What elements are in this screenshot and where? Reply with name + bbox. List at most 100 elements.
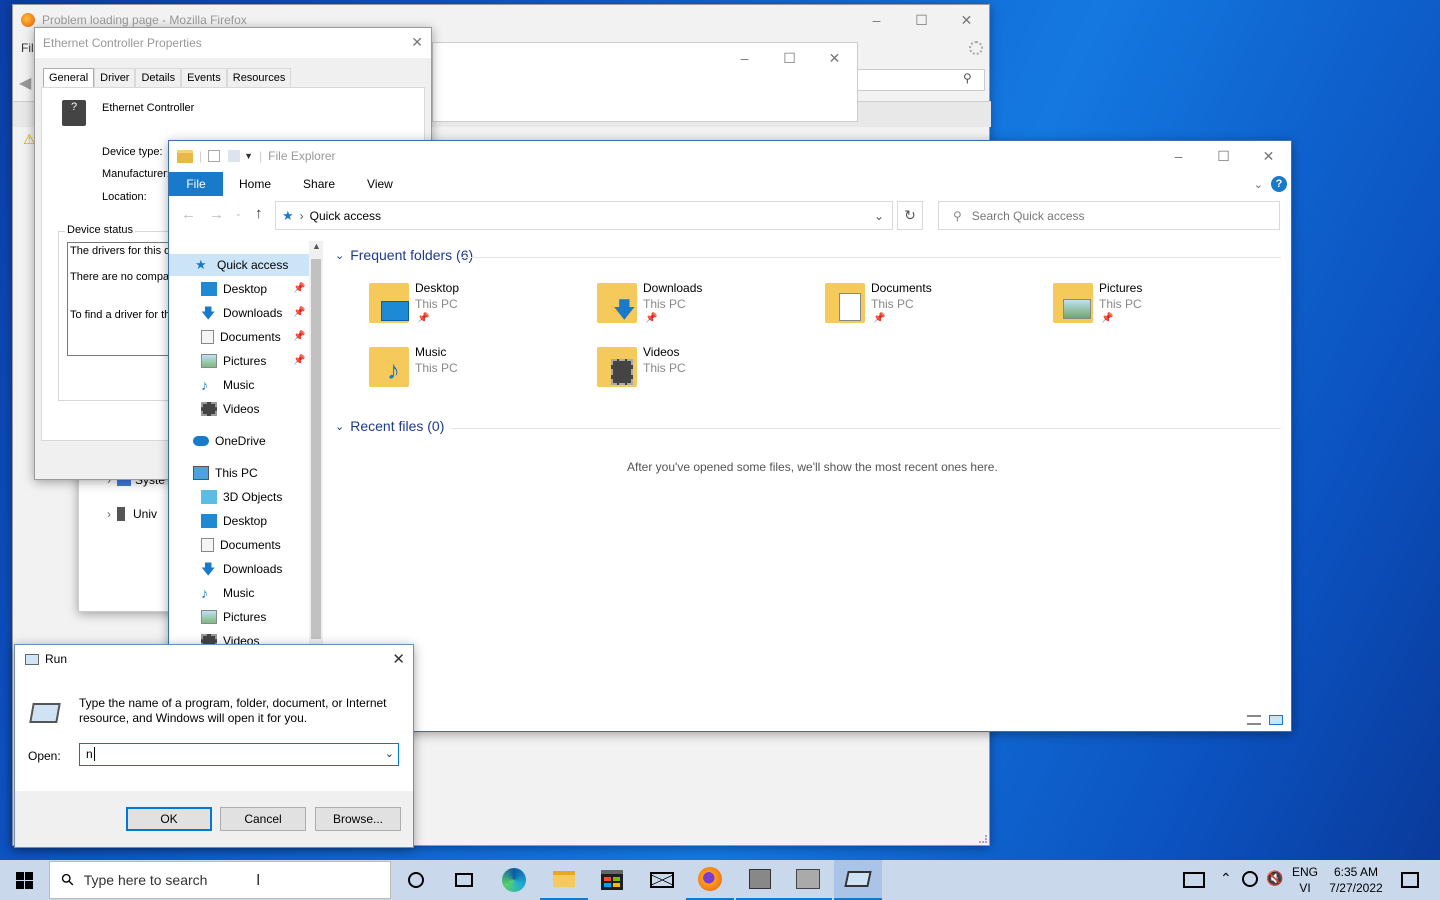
tab-file[interactable]: File	[169, 172, 223, 196]
nav-music[interactable]: ♪ Music	[201, 374, 254, 396]
properties-titlebar[interactable]: Ethernet Controller Properties ✕	[35, 28, 431, 58]
printer-taskbar-button[interactable]	[784, 860, 832, 900]
open-combobox[interactable]: n ⌄	[79, 743, 399, 766]
background-dialog[interactable]: – ☐ ✕	[432, 42, 858, 122]
close-button[interactable]: ✕	[1246, 141, 1291, 171]
frequent-folders-header[interactable]: ⌄ Frequent folders (6)	[335, 247, 473, 263]
folder-tile-pictures[interactable]: Pictures This PC 📌	[1053, 281, 1273, 337]
run-dialog[interactable]: Run ✕ Type the name of a program, folder…	[14, 644, 414, 848]
recent-locations-icon[interactable]: ⌄	[235, 209, 242, 218]
refresh-button[interactable]: ↻	[897, 201, 923, 230]
open-input[interactable]: n	[86, 747, 95, 761]
expand-ribbon-icon[interactable]: ⌄	[1254, 178, 1263, 191]
nav-documents[interactable]: Documents	[201, 326, 281, 348]
tab-home[interactable]: Home	[223, 172, 287, 196]
firefox-taskbar-button[interactable]	[686, 860, 734, 900]
start-button[interactable]	[0, 860, 48, 900]
nav-pictures[interactable]: Pictures	[201, 350, 266, 372]
scroll-up-icon[interactable]: ▲	[312, 241, 321, 251]
show-hidden-icons-chevron-icon[interactable]: ⌃	[1220, 870, 1232, 887]
file-explorer-taskbar-button[interactable]	[540, 860, 588, 900]
dropdown-arrow-icon[interactable]: ⌄	[385, 747, 394, 760]
address-dropdown-icon[interactable]: ⌄	[874, 209, 884, 223]
up-icon[interactable]: ↑	[255, 205, 263, 222]
cancel-button[interactable]: Cancel	[220, 807, 306, 831]
search-icon[interactable]: ⚲	[963, 71, 972, 85]
nav-quick-access[interactable]: ★ Quick access	[169, 254, 309, 276]
properties-quick-icon[interactable]	[208, 150, 221, 162]
nav-downloads[interactable]: 🡇 Downloads	[201, 302, 282, 324]
forward-icon[interactable]: →	[209, 206, 224, 223]
cortana-button[interactable]	[392, 860, 440, 900]
nav-pc-documents[interactable]: Documents	[201, 534, 281, 556]
tab-share[interactable]: Share	[287, 172, 351, 196]
task-view-icon	[455, 873, 473, 887]
tab-events[interactable]: Events	[181, 68, 227, 87]
run-taskbar-button[interactable]	[834, 860, 882, 900]
tab-general[interactable]: General	[43, 68, 95, 87]
minimize-button[interactable]: –	[722, 43, 767, 73]
tab-view[interactable]: View	[351, 172, 409, 196]
breadcrumb-quick-access[interactable]: Quick access	[310, 209, 381, 223]
folder-tile-videos[interactable]: Videos This PC	[597, 345, 817, 401]
firefox-resize-grip[interactable]	[979, 835, 987, 843]
taskbar-search-box[interactable]: ⚲ Type here to search I	[49, 861, 391, 899]
store-taskbar-button[interactable]	[588, 860, 636, 900]
nav-this-pc[interactable]: This PC	[193, 462, 258, 484]
action-center-news-button[interactable]	[1170, 860, 1218, 900]
nav-desktop[interactable]: Desktop	[201, 278, 267, 300]
folder-tile-desktop[interactable]: Desktop This PC 📌	[369, 281, 589, 337]
minimize-button[interactable]: –	[1156, 141, 1201, 171]
run-titlebar[interactable]: Run ✕	[15, 645, 413, 673]
folder-tile-downloads[interactable]: 🡇 Downloads This PC 📌	[597, 281, 817, 337]
help-icon[interactable]: ?	[1271, 176, 1287, 192]
network-globe-icon[interactable]	[1242, 871, 1258, 887]
ok-button[interactable]: OK	[126, 807, 212, 831]
close-button[interactable]: ✕	[944, 5, 989, 35]
nav-videos[interactable]: Videos	[201, 398, 259, 420]
nav-3d-objects[interactable]: 3D Objects	[201, 486, 282, 508]
folder-tile-documents[interactable]: Documents This PC 📌	[825, 281, 1045, 337]
nav-pc-downloads[interactable]: 🡇 Downloads	[201, 558, 282, 580]
close-button[interactable]: ✕	[812, 43, 857, 73]
tab-details[interactable]: Details	[135, 68, 182, 87]
volume-muted-icon[interactable]: 🔇	[1266, 870, 1283, 887]
minimize-button[interactable]: –	[854, 5, 899, 35]
maximize-button[interactable]: ☐	[899, 5, 944, 35]
notifications-button[interactable]	[1386, 860, 1434, 900]
firefox-menu-file[interactable]: Fil	[21, 41, 34, 55]
explorer-title: File Explorer	[268, 149, 336, 163]
back-arrow-icon[interactable]: ◀	[19, 73, 31, 93]
new-folder-quick-icon[interactable]	[228, 150, 241, 162]
scroll-thumb[interactable]	[311, 259, 321, 639]
ribbon-tabs: File Home Share View ⌄ ?	[169, 172, 1291, 196]
close-button[interactable]: ✕	[392, 650, 405, 668]
close-button[interactable]: ✕	[411, 34, 423, 51]
recent-files-header[interactable]: ⌄ Recent files (0)	[335, 418, 444, 434]
language-indicator[interactable]: ENG VI	[1288, 864, 1322, 896]
nav-pc-desktop[interactable]: Desktop	[201, 510, 267, 532]
explorer-titlebar[interactable]: | ▼ | File Explorer – ☐ ✕	[169, 141, 1291, 171]
details-view-icon[interactable]	[1247, 715, 1261, 725]
clock[interactable]: 6:35 AM 7/27/2022	[1326, 864, 1386, 896]
mail-taskbar-button[interactable]	[638, 860, 686, 900]
nav-pc-music[interactable]: ♪ Music	[201, 582, 254, 604]
back-icon[interactable]: ←	[181, 206, 196, 223]
nav-pc-pictures[interactable]: Pictures	[201, 606, 266, 628]
maximize-button[interactable]: ☐	[767, 43, 812, 73]
tree-item[interactable]: › Univ	[107, 507, 157, 521]
folder-tile-music[interactable]: ♪ Music This PC	[369, 345, 589, 401]
tab-driver[interactable]: Driver	[94, 68, 136, 87]
edge-taskbar-button[interactable]	[490, 860, 538, 900]
customize-toolbar-icon[interactable]: ▼	[244, 151, 253, 161]
collapse-chevron-icon: ⌄	[335, 249, 345, 262]
browse-button[interactable]: Browse...	[315, 807, 401, 831]
large-icons-view-icon[interactable]	[1269, 715, 1283, 725]
search-box[interactable]: ⚲ Search Quick access	[938, 201, 1280, 230]
task-view-button[interactable]	[440, 860, 488, 900]
nav-onedrive[interactable]: OneDrive	[193, 430, 266, 452]
maximize-button[interactable]: ☐	[1201, 141, 1246, 171]
tab-resources[interactable]: Resources	[226, 68, 292, 87]
address-bar[interactable]: ★ › Quick access ⌄	[275, 201, 893, 230]
device-manager-taskbar-button[interactable]	[736, 860, 784, 900]
